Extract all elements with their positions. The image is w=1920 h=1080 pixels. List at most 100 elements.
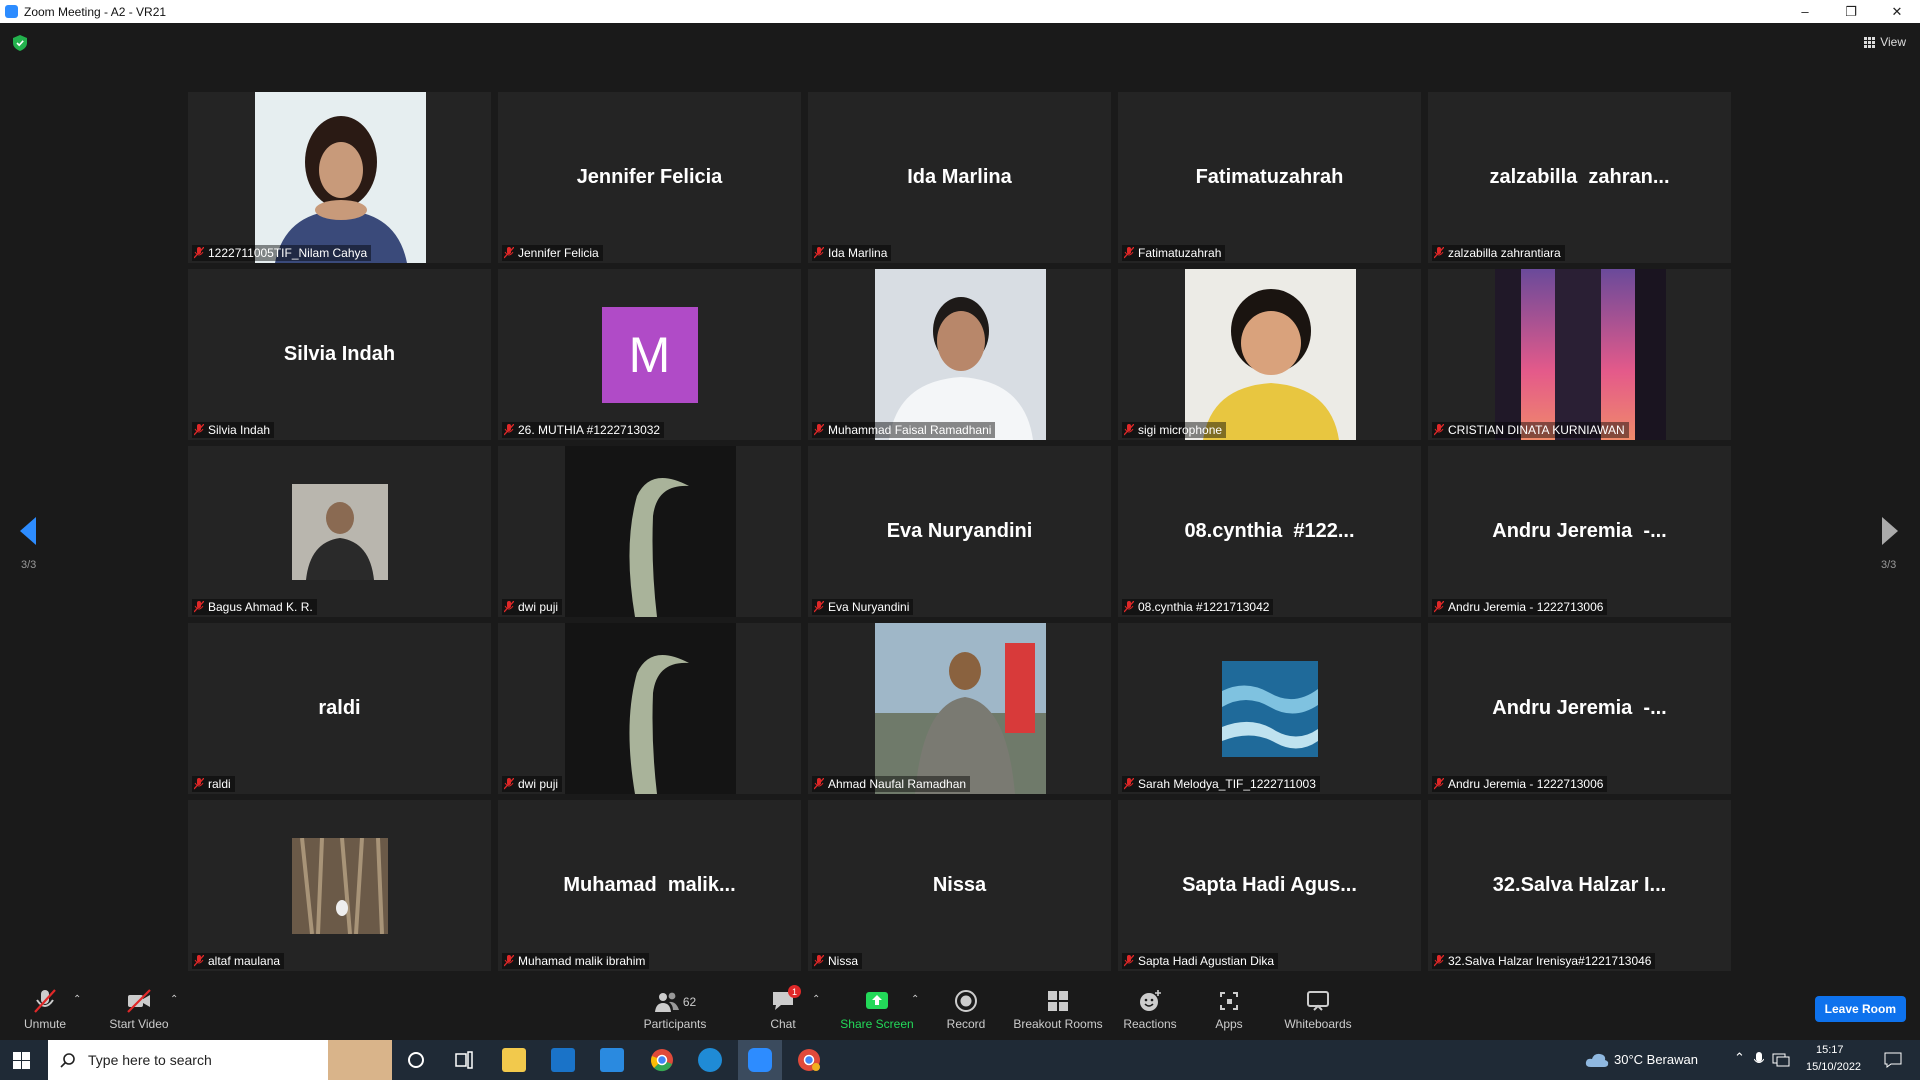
unmute-button[interactable]: Unmute [20, 980, 70, 1040]
participant-name: Bagus Ahmad K. R. [208, 600, 313, 614]
participant-tile[interactable]: Fatimatuzahrah Fatimatuzahrah [1118, 92, 1421, 263]
chat-button[interactable]: 1 Chat [766, 980, 801, 1040]
chrome-profile-icon[interactable] [797, 1048, 821, 1072]
apps-button[interactable]: Apps [1206, 980, 1252, 1040]
video-off-icon [127, 989, 151, 1013]
participants-button[interactable]: 62 Participants [640, 980, 710, 1040]
muted-mic-icon [1124, 778, 1134, 790]
grid-icon [1864, 36, 1876, 48]
start-video-button[interactable]: Start Video [104, 980, 174, 1040]
participant-name-label: Fatimatuzahrah [1122, 245, 1226, 261]
chat-label: Chat [770, 1017, 796, 1031]
audio-options-caret-icon[interactable]: ⌃ [73, 994, 81, 1005]
participant-tile[interactable]: Silvia Indah Silvia Indah [188, 269, 491, 440]
participant-display-name: Fatimatuzahrah [1195, 166, 1344, 188]
participant-name: Silvia Indah [208, 423, 271, 437]
search-placeholder: Type here to search [88, 1052, 212, 1068]
participant-avatar-photo [291, 838, 388, 934]
windows-taskbar: Type here to search 30°C Berawan ⌃ 15:17… [0, 1040, 1920, 1080]
participant-name: sigi microphone [1138, 423, 1223, 437]
mail-icon[interactable] [600, 1048, 624, 1072]
muted-mic-icon [504, 955, 514, 967]
muted-mic-icon [1434, 247, 1444, 259]
participant-tile[interactable]: CRISTIAN DINATA KURNIAWAN [1428, 269, 1731, 440]
video-options-caret-icon[interactable]: ⌃ [170, 994, 178, 1005]
participant-tile[interactable]: Jennifer Felicia Jennifer Felicia [498, 92, 801, 263]
participant-tile[interactable]: sigi microphone [1118, 269, 1421, 440]
clock-time[interactable]: 15:17 [1816, 1044, 1844, 1056]
microphone-tray-icon[interactable] [1754, 1052, 1764, 1068]
participant-name-label: sigi microphone [1122, 422, 1227, 438]
participants-label: Participants [643, 1017, 707, 1031]
whiteboards-button[interactable]: Whiteboards [1280, 980, 1356, 1040]
participant-tile[interactable]: Andru Jeremia -... Andru Jeremia - 12227… [1428, 446, 1731, 617]
network-icon[interactable] [1772, 1053, 1790, 1067]
clock-date[interactable]: 15/10/2022 [1806, 1061, 1861, 1073]
breakout-rooms-button[interactable]: Breakout Rooms [1012, 980, 1104, 1040]
close-button[interactable]: ✕ [1874, 0, 1920, 23]
participant-tile[interactable]: zalzabilla zahran... zalzabilla zahranti… [1428, 92, 1731, 263]
participant-tile[interactable]: Muhammad Faisal Ramadhani [808, 269, 1111, 440]
participant-tile[interactable]: dwi puji [498, 446, 801, 617]
participant-tile[interactable]: Sarah Melodya_TIF_1222711003 [1118, 623, 1421, 794]
participant-tile[interactable]: Sapta Hadi Agus... Sapta Hadi Agustian D… [1118, 800, 1421, 971]
participant-display-name: Silvia Indah [283, 343, 396, 365]
leave-room-button[interactable]: Leave Room [1814, 996, 1906, 1022]
record-button[interactable]: Record [940, 980, 992, 1040]
participant-tile[interactable]: dwi puji [498, 623, 801, 794]
participant-name-label: 08.cynthia #1221713042 [1122, 599, 1274, 615]
restore-button[interactable]: ❐ [1828, 0, 1874, 23]
participant-name-label: dwi puji [502, 776, 563, 792]
share-options-caret-icon[interactable]: ⌃ [911, 994, 919, 1005]
previous-page-arrow-icon[interactable] [18, 517, 38, 545]
encryption-shield-icon[interactable] [13, 35, 27, 51]
muted-mic-icon [814, 247, 824, 259]
participant-name-label: Eva Nuryandini [812, 599, 914, 615]
participant-tile[interactable]: Ida Marlina Ida Marlina [808, 92, 1111, 263]
participant-tile[interactable]: 1222711005TIF_Nilam Cahya [188, 92, 491, 263]
participant-tile[interactable]: Bagus Ahmad K. R. [188, 446, 491, 617]
windows-start-icon[interactable] [13, 1052, 30, 1069]
minimize-button[interactable]: – [1782, 0, 1828, 23]
next-page-arrow-icon[interactable] [1880, 517, 1900, 545]
microsoft-store-icon[interactable] [551, 1048, 575, 1072]
participant-name: 26. MUTHIA #1222713032 [518, 423, 661, 437]
task-view-icon[interactable] [452, 1048, 476, 1072]
chat-options-caret-icon[interactable]: ⌃ [812, 994, 820, 1005]
chat-badge: 1 [788, 985, 801, 998]
share-screen-button[interactable]: Share Screen [840, 980, 914, 1040]
view-button[interactable]: View [1864, 35, 1906, 49]
teamviewer-icon[interactable] [698, 1048, 722, 1072]
participant-display-name: Ida Marlina [907, 166, 1012, 188]
taskbar-active-app[interactable] [738, 1040, 782, 1080]
muted-mic-icon [814, 601, 824, 613]
participant-name-label: 26. MUTHIA #1222713032 [502, 422, 665, 438]
chat-icon-wrapper: 1 [770, 985, 801, 1014]
participant-tile[interactable]: altaf maulana [188, 800, 491, 971]
taskbar-search-input[interactable]: Type here to search [48, 1040, 392, 1080]
participant-tile[interactable]: raldi raldi [188, 623, 491, 794]
weather-text[interactable]: 30°C Berawan [1614, 1052, 1698, 1067]
participant-tile[interactable]: M 26. MUTHIA #1222713032 [498, 269, 801, 440]
participant-tile[interactable]: 08.cynthia #122... 08.cynthia #122171304… [1118, 446, 1421, 617]
chrome-icon[interactable] [650, 1048, 674, 1072]
window-titlebar: Zoom Meeting - A2 - VR21 – ❐ ✕ [0, 0, 1920, 23]
participant-tile[interactable]: 32.Salva Halzar I... 32.Salva Halzar Ire… [1428, 800, 1731, 971]
participant-tile[interactable]: Eva Nuryandini Eva Nuryandini [808, 446, 1111, 617]
start-video-label: Start Video [109, 1017, 169, 1031]
muted-mic-icon [814, 955, 824, 967]
reactions-button[interactable]: Reactions [1122, 980, 1178, 1040]
file-explorer-icon[interactable] [502, 1048, 526, 1072]
search-highlight-image [328, 1040, 392, 1080]
window-controls: – ❐ ✕ [1782, 0, 1920, 23]
unmute-label: Unmute [23, 1017, 67, 1031]
participant-tile[interactable]: Ahmad Naufal Ramadhan [808, 623, 1111, 794]
notification-icon[interactable] [1884, 1052, 1902, 1068]
record-icon [955, 990, 977, 1012]
participant-tile[interactable]: Andru Jeremia -... Andru Jeremia - 12227… [1428, 623, 1731, 794]
participant-name: Andru Jeremia - 1222713006 [1448, 600, 1604, 614]
participant-tile[interactable]: Nissa Nissa [808, 800, 1111, 971]
tray-expand-icon[interactable]: ⌃ [1734, 1050, 1745, 1066]
participant-tile[interactable]: Muhamad malik... Muhamad malik ibrahim [498, 800, 801, 971]
cortana-icon[interactable] [404, 1048, 428, 1072]
